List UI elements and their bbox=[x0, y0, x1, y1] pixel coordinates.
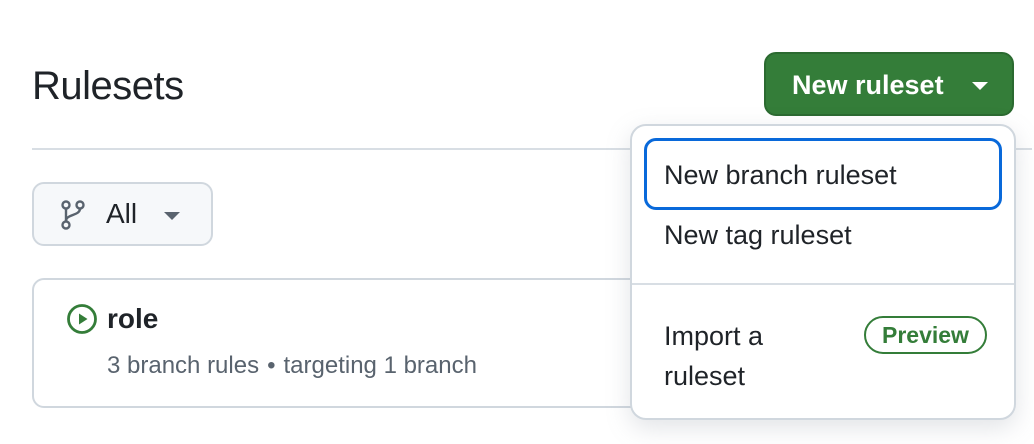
preview-badge: Preview bbox=[864, 316, 987, 354]
meta-separator: • bbox=[267, 352, 276, 379]
new-ruleset-menu: New branch ruleset New tag ruleset Impor… bbox=[630, 124, 1016, 420]
chevron-down-icon bbox=[164, 212, 180, 220]
menu-item-import-ruleset[interactable]: Import a ruleset bbox=[644, 316, 844, 396]
ruleset-meta: 3 branch rules • targeting 1 branch bbox=[107, 351, 477, 381]
page-title: Rulesets bbox=[32, 64, 184, 108]
ruleset-rules-count: 3 branch rules bbox=[107, 352, 260, 379]
menu-divider bbox=[632, 283, 1014, 285]
ruleset-name-link[interactable]: role bbox=[107, 302, 158, 336]
new-ruleset-label: New ruleset bbox=[792, 70, 944, 100]
ruleset-list-item[interactable]: role 3 branch rules • targeting 1 branch bbox=[32, 278, 732, 408]
caret-down-icon bbox=[972, 82, 988, 90]
git-branch-icon bbox=[61, 200, 85, 230]
ruleset-target: targeting 1 branch bbox=[283, 352, 477, 379]
new-ruleset-button[interactable]: New ruleset bbox=[764, 52, 1014, 116]
filter-selected-label: All bbox=[106, 198, 138, 229]
rulesets-page: Rulesets New ruleset All role 3 branch r… bbox=[0, 0, 1034, 444]
play-circle-icon bbox=[67, 304, 97, 334]
menu-item-new-branch-ruleset[interactable]: New branch ruleset bbox=[644, 138, 1002, 210]
branch-filter-button[interactable]: All bbox=[32, 182, 213, 246]
menu-item-new-tag-ruleset[interactable]: New tag ruleset bbox=[644, 218, 1002, 262]
